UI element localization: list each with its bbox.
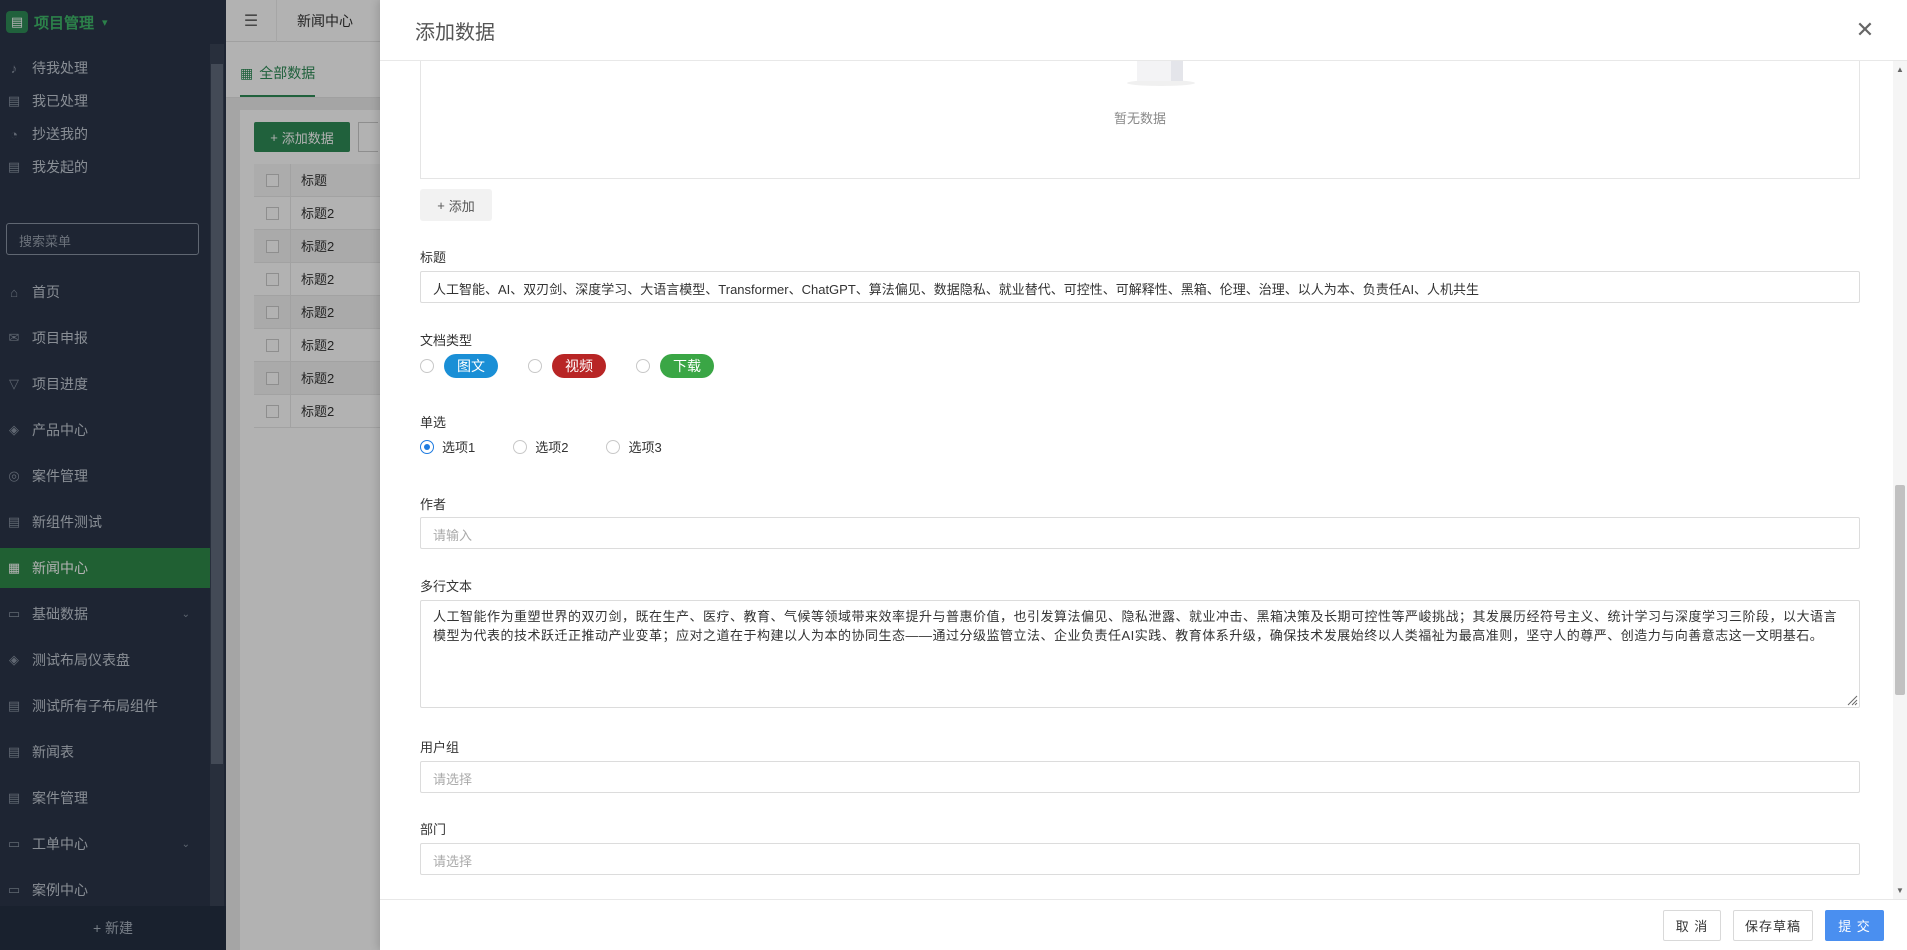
scrollbar-thumb[interactable] — [1895, 485, 1905, 695]
doctype-option-tag[interactable]: 图文 — [444, 354, 498, 378]
empty-text: 暂无数据 — [1113, 111, 1166, 126]
scroll-up-icon[interactable]: ▲ — [1896, 65, 1904, 74]
title-input[interactable]: 人工智能、AI、双刃剑、深度学习、大语言模型、Transformer、ChatG… — [420, 271, 1860, 303]
author-input[interactable]: 请输入 — [420, 517, 1860, 549]
single-radio[interactable] — [420, 439, 434, 454]
usergroup-select[interactable]: 请选择 — [420, 761, 1860, 793]
drawer-scrollbar[interactable]: ▲ ▼ — [1893, 61, 1907, 899]
drawer-body: 暂无数据 + 添加 标题 人工智能、AI、双刃剑、深度学习、大语言模型、Tran… — [380, 61, 1893, 899]
add-row-label: 添加 — [448, 198, 475, 214]
single-radio[interactable] — [606, 439, 621, 454]
drawer-header: 添加数据 — [380, 0, 1907, 61]
single-option-label[interactable]: 选项2 — [535, 437, 568, 456]
drawer-footer: 取 消 保存草稿 提 交 — [380, 899, 1907, 950]
single-option-label[interactable]: 选项1 — [442, 437, 475, 456]
doctype-radio[interactable] — [636, 359, 650, 373]
dept-select[interactable]: 请选择 — [420, 843, 1860, 875]
drawer-title: 添加数据 — [415, 21, 495, 44]
dept-label: 部门 — [420, 822, 447, 837]
multiline-label: 多行文本 — [420, 579, 473, 594]
doctype-radio-group: 图文 视频 下载 — [420, 354, 714, 378]
doctype-label: 文档类型 — [420, 333, 473, 348]
save-draft-button[interactable]: 保存草稿 — [1733, 910, 1813, 941]
author-label: 作者 — [420, 497, 447, 512]
submit-button[interactable]: 提 交 — [1825, 910, 1884, 941]
multiline-textarea[interactable]: 人工智能作为重塑世界的双刃剑，既在生产、医疗、教育、气候等领域带来效率提升与普惠… — [420, 600, 1860, 708]
doctype-option-tag[interactable]: 视频 — [552, 354, 606, 378]
title-label: 标题 — [420, 250, 447, 265]
doctype-radio[interactable] — [528, 359, 542, 373]
single-radio-group: 选项1 选项2 选项3 — [420, 437, 662, 456]
close-icon[interactable]: ✕ — [1853, 18, 1877, 42]
single-radio[interactable] — [513, 439, 528, 454]
doctype-radio[interactable] — [420, 359, 434, 373]
doctype-option-tag[interactable]: 下载 — [660, 354, 714, 378]
plus-icon: + — [437, 197, 445, 213]
scroll-down-icon[interactable]: ▼ — [1896, 886, 1904, 895]
single-option-label[interactable]: 选项3 — [628, 437, 661, 456]
single-select-label: 单选 — [420, 415, 447, 430]
cancel-button[interactable]: 取 消 — [1663, 910, 1721, 941]
multiline-text: 人工智能作为重塑世界的双刃剑，既在生产、医疗、教育、气候等领域带来效率提升与普惠… — [433, 609, 1838, 643]
subtable-empty-box: 暂无数据 — [420, 61, 1860, 179]
add-row-button[interactable]: + 添加 — [420, 189, 492, 221]
add-data-drawer: 添加数据 ✕ 暂无数据 + 添加 标题 人工智能、AI、双刃剑、深度学习、大语言… — [380, 0, 1907, 950]
resize-handle-icon[interactable] — [1846, 694, 1858, 706]
empty-box-icon — [1127, 61, 1195, 86]
usergroup-label: 用户组 — [420, 740, 460, 755]
app-root: ▤ 项目管理 ▾ ♪ 待我处理 ▤ 我已处理 ◔ 抄送我的 ▤ 我发起的 ⌂ 首页 ✉ 项目申报 ▽ 项目… — [0, 0, 1907, 950]
